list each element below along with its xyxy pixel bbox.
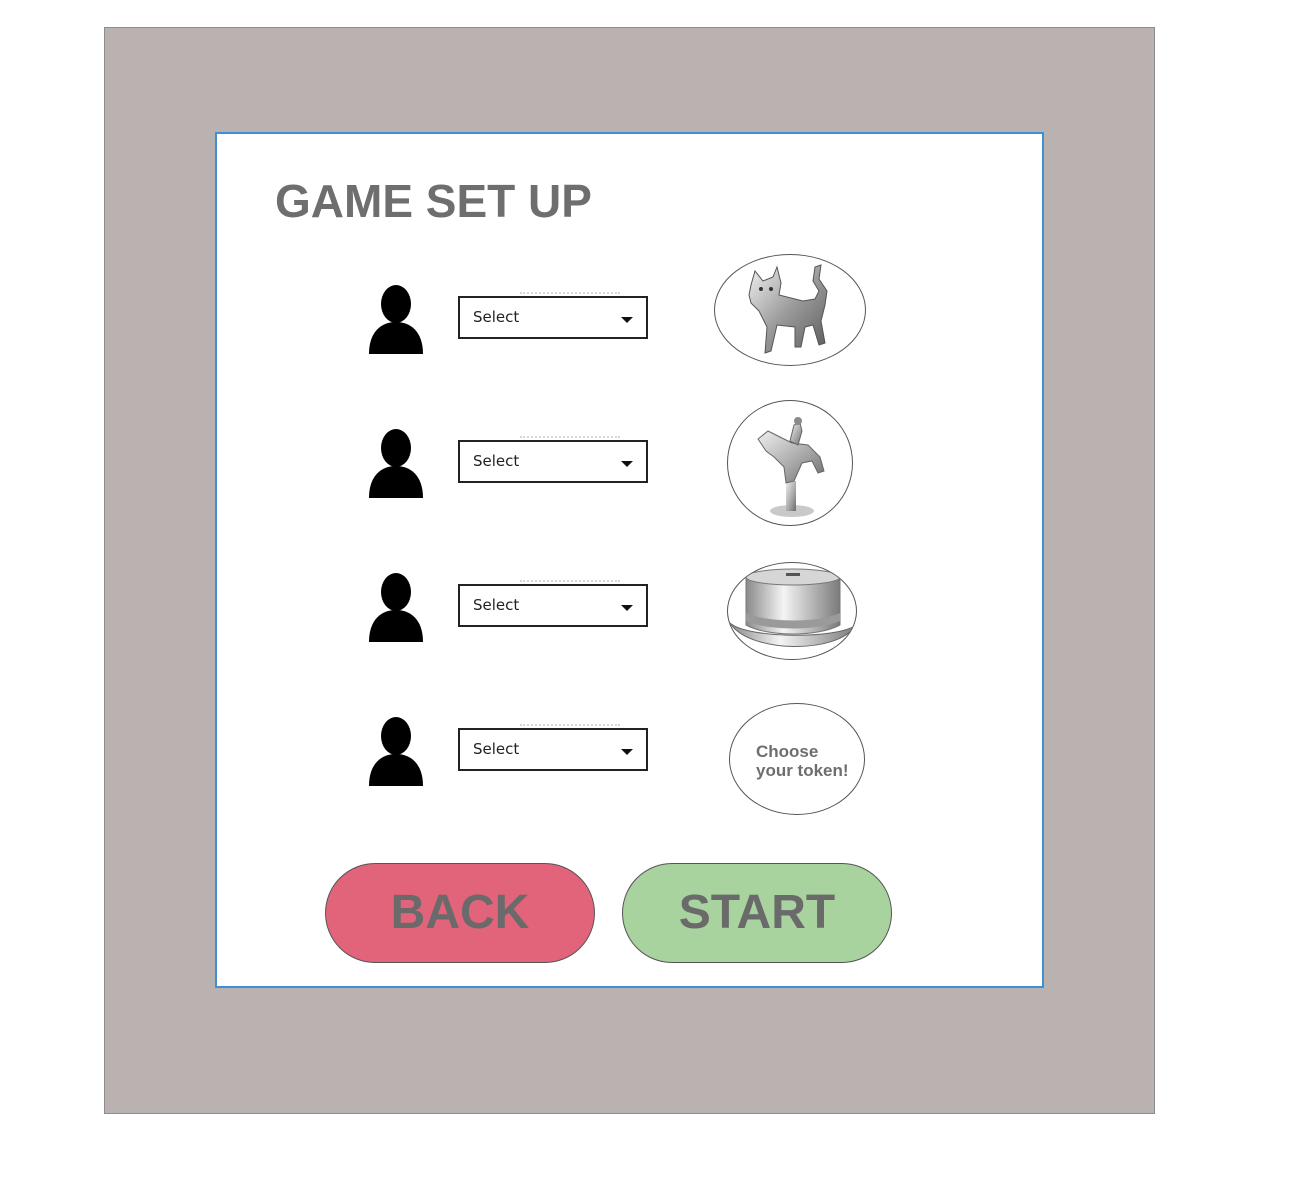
select-value: Select — [473, 596, 520, 614]
player-select-dropdown[interactable]: Select — [458, 436, 648, 483]
divider — [520, 292, 620, 297]
top-hat-token-icon — [729, 568, 856, 647]
chevron-down-icon — [621, 317, 633, 323]
user-avatar-icon — [369, 429, 423, 498]
token-choose[interactable]: Choose your token! — [729, 703, 865, 815]
player-row-3: Select — [217, 562, 1042, 682]
player-select-dropdown[interactable]: Select — [458, 580, 648, 627]
page-title: GAME SET UP — [275, 175, 592, 227]
horse-rider-token-icon — [757, 417, 825, 517]
divider — [520, 724, 620, 729]
user-avatar-icon — [369, 573, 423, 642]
select-value: Select — [473, 452, 520, 470]
token-top-hat[interactable] — [727, 562, 857, 660]
user-avatar-icon — [369, 285, 423, 354]
chevron-down-icon — [621, 605, 633, 611]
player-row-1: Select — [217, 254, 1042, 394]
choose-token-label: Choose your token! — [756, 742, 849, 780]
chevron-down-icon — [621, 461, 633, 467]
token-horse-rider[interactable] — [727, 400, 853, 526]
game-setup-panel: GAME SET UP Select Select Select Select … — [215, 132, 1044, 988]
start-button[interactable]: START — [622, 863, 892, 963]
player-select-dropdown[interactable]: Select — [458, 292, 648, 339]
chevron-down-icon — [621, 749, 633, 755]
select-value: Select — [473, 740, 520, 758]
player-row-2: Select — [217, 400, 1042, 538]
cat-token-icon — [748, 264, 828, 354]
player-row-4: Select Choose your token! — [217, 703, 1042, 826]
player-select-dropdown[interactable]: Select — [458, 724, 648, 771]
select-value: Select — [473, 308, 520, 326]
divider — [520, 436, 620, 441]
divider — [520, 580, 620, 585]
token-cat[interactable] — [714, 254, 866, 366]
user-avatar-icon — [369, 717, 423, 786]
back-button[interactable]: BACK — [325, 863, 595, 963]
